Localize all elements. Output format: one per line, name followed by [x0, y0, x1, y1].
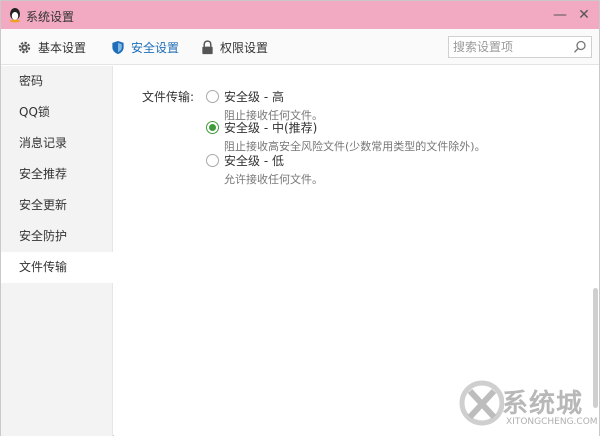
- sidebar-item-security-update[interactable]: 安全更新: [1, 190, 112, 221]
- radio-medium[interactable]: [206, 121, 219, 134]
- option-security-low: 安全级 - 低 允许接收任何文件。: [206, 152, 506, 187]
- shield-icon: [111, 40, 125, 55]
- search-box: [448, 36, 592, 58]
- gear-icon: [17, 40, 32, 55]
- tab-basic-settings[interactable]: 基本设置: [17, 29, 86, 65]
- radio-low[interactable]: [206, 154, 219, 167]
- search-icon[interactable]: [573, 40, 587, 57]
- sidebar-item-security-protection[interactable]: 安全防护: [1, 221, 112, 252]
- option-security-high: 安全级 - 高 阻止接收任何文件。: [206, 88, 506, 123]
- sidebar-item-security-recommend[interactable]: 安全推荐: [1, 159, 112, 190]
- settings-window: 系统设置 — ✕ 基本设置 安全设置 权限设置 搜索设置项 密码 QQ锁 消息记…: [0, 0, 600, 436]
- watermark-text: 系统城: [502, 389, 584, 419]
- tab-label: 基本设置: [38, 40, 87, 55]
- qq-penguin-icon: [7, 7, 23, 23]
- close-button[interactable]: ✕: [573, 5, 595, 25]
- tab-label: 安全设置: [131, 40, 180, 55]
- radio-row-low[interactable]: 安全级 - 低: [206, 152, 506, 169]
- title-bar: 系统设置 — ✕: [1, 1, 599, 29]
- option-title: 安全级 - 高: [224, 90, 284, 104]
- option-security-medium: 安全级 - 中(推荐) 阻止接收高安全风险文件(少数常用类型的文件除外)。: [206, 119, 506, 154]
- sidebar-item-file-transfer[interactable]: 文件传输: [1, 252, 113, 283]
- tab-security-settings[interactable]: 安全设置: [111, 29, 179, 65]
- sidebar-item-message-history[interactable]: 消息记录: [1, 128, 112, 159]
- search-input[interactable]: [453, 39, 569, 55]
- tab-label: 权限设置: [220, 40, 269, 55]
- watermark-logo-icon: [459, 380, 505, 426]
- top-tabs: 基本设置 安全设置 权限设置: [1, 29, 599, 65]
- minimize-button[interactable]: —: [549, 5, 571, 25]
- site-watermark: 系统城 XITONGCHENG.COM: [456, 371, 598, 433]
- radio-row-medium[interactable]: 安全级 - 中(推荐): [206, 119, 506, 136]
- window-title: 系统设置: [26, 10, 75, 24]
- radio-high[interactable]: [206, 90, 219, 103]
- option-title: 安全级 - 低: [224, 154, 284, 168]
- sidebar-item-qq-lock[interactable]: QQ锁: [1, 97, 112, 128]
- lock-icon: [201, 39, 214, 55]
- sidebar-item-password[interactable]: 密码: [1, 66, 112, 97]
- option-title: 安全级 - 中(推荐): [224, 121, 318, 135]
- tab-permission-settings[interactable]: 权限设置: [201, 29, 268, 65]
- option-description: 允许接收任何文件。: [224, 173, 323, 186]
- sidebar: 密码 QQ锁 消息记录 安全推荐 安全更新 安全防护 文件传输: [1, 66, 113, 436]
- file-transfer-label: 文件传输:: [142, 90, 195, 104]
- watermark-url: XITONGCHENG.COM: [506, 417, 598, 427]
- radio-row-high[interactable]: 安全级 - 高: [206, 88, 506, 105]
